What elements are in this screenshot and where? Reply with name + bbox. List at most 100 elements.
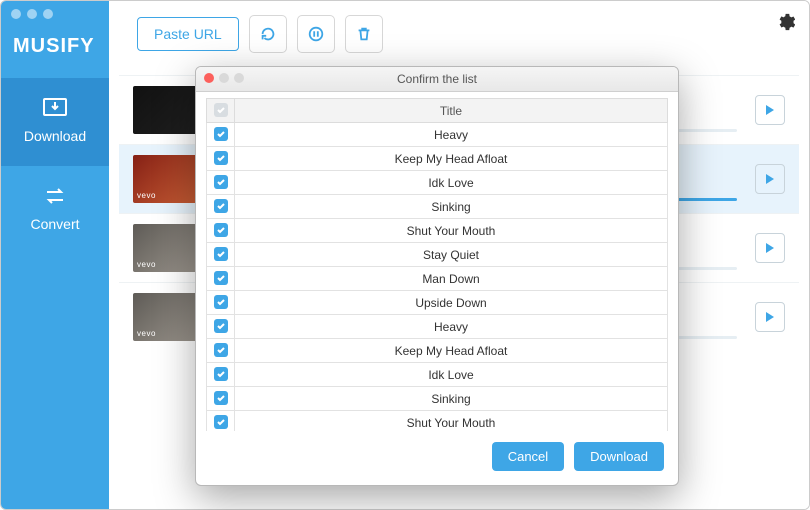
track-row[interactable]: Man Down — [207, 267, 668, 291]
cancel-button[interactable]: Cancel — [492, 442, 564, 471]
track-checkbox-cell[interactable] — [207, 315, 235, 339]
track-checkbox[interactable] — [214, 319, 228, 333]
refresh-icon — [259, 25, 277, 43]
track-row[interactable]: Shut Your Mouth — [207, 411, 668, 432]
minimize-icon — [219, 73, 229, 83]
track-checkbox-cell[interactable] — [207, 339, 235, 363]
check-icon — [216, 417, 226, 427]
window-traffic-lights[interactable] — [1, 1, 109, 27]
paste-url-button[interactable]: Paste URL — [137, 17, 239, 51]
select-all-checkbox[interactable] — [214, 103, 228, 117]
dialog-body: Title HeavyKeep My Head AfloatIdk LoveSi… — [196, 92, 678, 431]
download-button[interactable]: Download — [574, 442, 664, 471]
track-checkbox[interactable] — [214, 127, 228, 141]
track-row[interactable]: Stay Quiet — [207, 243, 668, 267]
play-button[interactable] — [755, 164, 785, 194]
track-title: Heavy — [235, 315, 668, 339]
play-button[interactable] — [755, 95, 785, 125]
download-icon — [41, 96, 69, 120]
track-checkbox-cell[interactable] — [207, 147, 235, 171]
check-icon — [216, 129, 226, 139]
trash-icon — [355, 25, 373, 43]
track-row[interactable]: Sinking — [207, 387, 668, 411]
track-row[interactable]: Shut Your Mouth — [207, 219, 668, 243]
check-icon — [216, 393, 226, 403]
sidebar-item-label: Download — [5, 128, 105, 144]
check-icon — [216, 369, 226, 379]
check-icon — [216, 225, 226, 235]
track-checkbox[interactable] — [214, 343, 228, 357]
select-all-header[interactable] — [207, 99, 235, 123]
track-row[interactable]: Idk Love — [207, 363, 668, 387]
track-title: Idk Love — [235, 363, 668, 387]
track-checkbox[interactable] — [214, 223, 228, 237]
track-title: Shut Your Mouth — [235, 219, 668, 243]
title-column-header: Title — [235, 99, 668, 123]
track-checkbox[interactable] — [214, 247, 228, 261]
track-checkbox-cell[interactable] — [207, 171, 235, 195]
track-row[interactable]: Heavy — [207, 123, 668, 147]
settings-button[interactable] — [777, 13, 795, 34]
track-row[interactable]: Upside Down — [207, 291, 668, 315]
gear-icon — [777, 13, 795, 31]
zoom-icon — [234, 73, 244, 83]
track-checkbox[interactable] — [214, 367, 228, 381]
track-row[interactable]: Heavy — [207, 315, 668, 339]
track-row[interactable]: Sinking — [207, 195, 668, 219]
track-title: Sinking — [235, 387, 668, 411]
sidebar-item-convert[interactable]: Convert — [1, 166, 109, 254]
check-icon — [216, 249, 226, 259]
delete-button[interactable] — [345, 15, 383, 53]
track-checkbox-cell[interactable] — [207, 267, 235, 291]
track-checkbox[interactable] — [214, 151, 228, 165]
confirm-list-dialog: Confirm the list Title HeavyKeep My Head… — [195, 66, 679, 486]
sidebar-item-label: Convert — [5, 216, 105, 232]
check-icon — [216, 201, 226, 211]
track-title: Keep My Head Afloat — [235, 147, 668, 171]
confirm-table: Title HeavyKeep My Head AfloatIdk LoveSi… — [206, 98, 668, 431]
track-checkbox-cell[interactable] — [207, 387, 235, 411]
play-button[interactable] — [755, 302, 785, 332]
track-checkbox-cell[interactable] — [207, 123, 235, 147]
track-title: Stay Quiet — [235, 243, 668, 267]
track-checkbox[interactable] — [214, 391, 228, 405]
check-icon — [216, 297, 226, 307]
track-checkbox-cell[interactable] — [207, 219, 235, 243]
track-row[interactable]: Idk Love — [207, 171, 668, 195]
check-icon — [216, 177, 226, 187]
dialog-title: Confirm the list — [397, 72, 477, 86]
track-checkbox-cell[interactable] — [207, 195, 235, 219]
dialog-traffic-lights[interactable] — [204, 73, 244, 83]
track-checkbox-cell[interactable] — [207, 291, 235, 315]
track-checkbox-cell[interactable] — [207, 363, 235, 387]
dialog-titlebar: Confirm the list — [196, 67, 678, 92]
pause-icon — [307, 25, 325, 43]
pause-button[interactable] — [297, 15, 335, 53]
refresh-button[interactable] — [249, 15, 287, 53]
track-title: Upside Down — [235, 291, 668, 315]
sidebar-item-download[interactable]: Download — [1, 78, 109, 166]
track-title: Shut Your Mouth — [235, 411, 668, 432]
check-icon — [216, 153, 226, 163]
check-icon — [216, 345, 226, 355]
track-row[interactable]: Keep My Head Afloat — [207, 339, 668, 363]
sidebar: MUSIFY Download Convert — [1, 1, 109, 509]
dialog-footer: Cancel Download — [196, 431, 678, 485]
close-icon[interactable] — [204, 73, 214, 83]
play-icon — [765, 173, 775, 185]
track-title: Heavy — [235, 123, 668, 147]
track-checkbox-cell[interactable] — [207, 243, 235, 267]
track-checkbox-cell[interactable] — [207, 411, 235, 432]
play-icon — [765, 104, 775, 116]
track-title: Idk Love — [235, 171, 668, 195]
track-row[interactable]: Keep My Head Afloat — [207, 147, 668, 171]
brand-logo: MUSIFY — [1, 27, 109, 78]
track-checkbox[interactable] — [214, 415, 228, 429]
track-checkbox[interactable] — [214, 271, 228, 285]
track-checkbox[interactable] — [214, 199, 228, 213]
track-checkbox[interactable] — [214, 175, 228, 189]
play-button[interactable] — [755, 233, 785, 263]
track-checkbox[interactable] — [214, 295, 228, 309]
track-title: Sinking — [235, 195, 668, 219]
toolbar: Paste URL — [109, 1, 809, 67]
